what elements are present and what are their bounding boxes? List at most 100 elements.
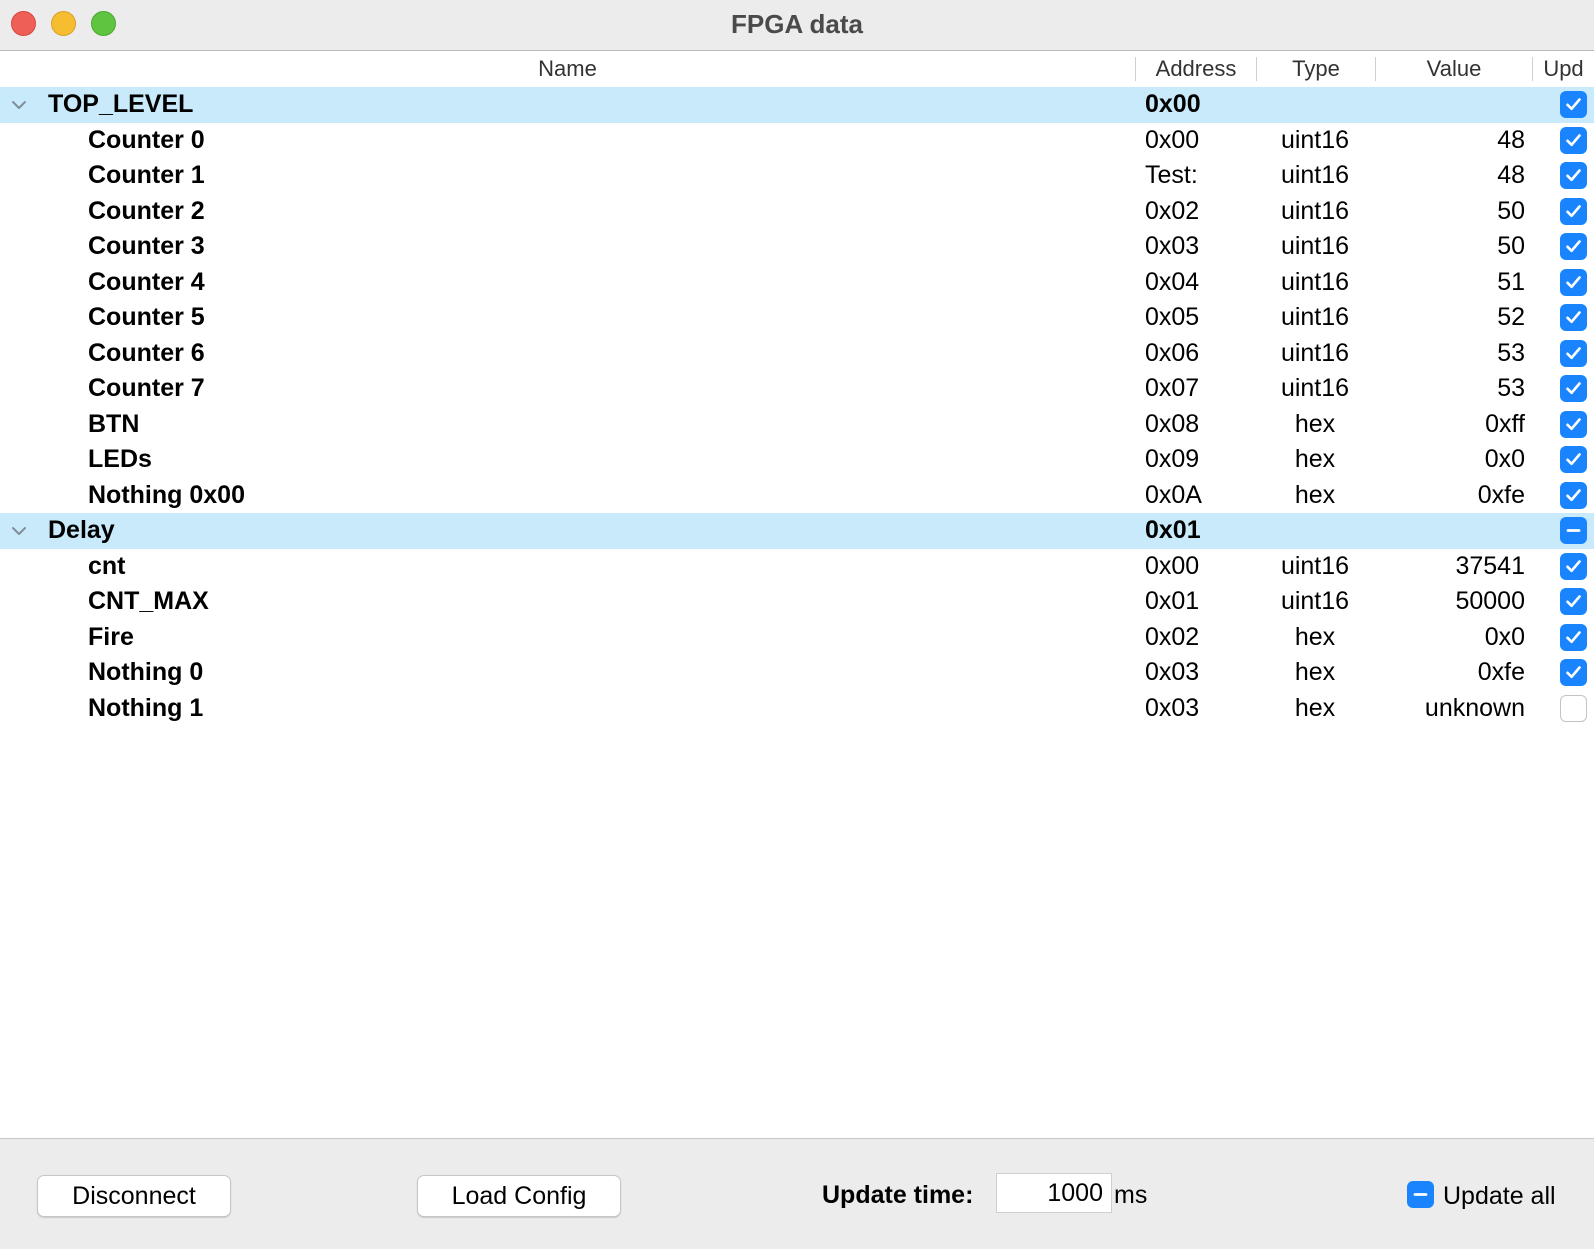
tree-row[interactable]: Counter 2 0x02 uint16 50 xyxy=(0,194,1594,230)
register-name: Counter 3 xyxy=(88,232,205,260)
tree-row[interactable]: Nothing 0x00 0x0A hex 0xfe xyxy=(0,478,1594,514)
update-checkbox[interactable] xyxy=(1560,517,1587,544)
checkmark-icon xyxy=(1566,417,1581,430)
tree-group-row[interactable]: TOP_LEVEL 0x00 xyxy=(0,87,1594,123)
register-type: uint16 xyxy=(1280,587,1350,615)
register-name: Counter 6 xyxy=(88,338,205,367)
register-name: Nothing 1 xyxy=(88,693,204,722)
register-address: 0x02 xyxy=(1145,196,1200,225)
tree-row[interactable]: cnt 0x00 uint16 37541 xyxy=(0,549,1594,585)
register-value: 0x0 xyxy=(1484,445,1525,473)
register-value: 53 xyxy=(1497,374,1525,402)
register-value: 52 xyxy=(1497,303,1525,331)
register-name: cnt xyxy=(88,551,126,580)
register-name: CNT_MAX xyxy=(88,587,209,615)
update-checkbox[interactable] xyxy=(1560,126,1587,154)
column-header-upd[interactable]: Upd xyxy=(1533,51,1594,86)
update-checkbox[interactable] xyxy=(1560,304,1587,331)
chevron-down-icon[interactable] xyxy=(10,517,28,550)
group-address: 0x01 xyxy=(1145,516,1201,544)
column-header-value[interactable]: Value xyxy=(1376,51,1532,86)
update-checkbox[interactable] xyxy=(1560,659,1587,686)
tree-row[interactable]: Counter 4 0x04 uint16 51 xyxy=(0,265,1594,301)
tree-row[interactable]: Nothing 1 0x03 hex unknown xyxy=(0,691,1594,727)
register-value: 0xff xyxy=(1485,409,1525,438)
update-checkbox[interactable] xyxy=(1560,197,1587,225)
checkmark-icon xyxy=(1566,595,1581,608)
register-address: 0x01 xyxy=(1145,587,1200,615)
group-name: TOP_LEVEL xyxy=(48,90,194,118)
tree-row[interactable]: Nothing 0 0x03 hex 0xfe xyxy=(0,655,1594,691)
column-header-address[interactable]: Address xyxy=(1136,51,1256,86)
register-type: uint16 xyxy=(1280,161,1350,189)
register-name: Fire xyxy=(88,622,134,651)
checkmark-icon xyxy=(1566,98,1581,111)
tree-row[interactable]: Counter 7 0x07 uint16 53 xyxy=(0,371,1594,407)
update-all-checkbox[interactable] xyxy=(1407,1181,1434,1208)
update-time-input[interactable]: 1000 xyxy=(996,1173,1112,1213)
checkmark-icon xyxy=(1566,346,1581,359)
chevron-down-icon[interactable] xyxy=(10,91,28,124)
update-checkbox[interactable] xyxy=(1560,552,1587,580)
update-checkbox[interactable] xyxy=(1560,91,1587,118)
update-checkbox[interactable] xyxy=(1560,446,1587,473)
tree-row[interactable]: Counter 5 0x05 uint16 52 xyxy=(0,300,1594,336)
update-checkbox[interactable] xyxy=(1560,233,1587,260)
checkmark-icon xyxy=(1566,240,1581,253)
tree-row[interactable]: LEDs 0x09 hex 0x0 xyxy=(0,442,1594,478)
register-name: BTN xyxy=(88,409,140,438)
tree-row[interactable]: BTN 0x08 hex 0xff xyxy=(0,407,1594,443)
load-config-button[interactable]: Load Config xyxy=(417,1175,621,1217)
register-value: 53 xyxy=(1497,338,1525,367)
column-header-name[interactable]: Name xyxy=(0,51,1135,86)
update-checkbox[interactable] xyxy=(1560,481,1587,509)
register-address: 0x02 xyxy=(1145,622,1200,651)
register-address: 0x03 xyxy=(1145,693,1200,722)
update-checkbox[interactable] xyxy=(1560,268,1587,296)
tree-row[interactable]: Counter 1 Test: uint16 48 xyxy=(0,158,1594,194)
register-name: Counter 1 xyxy=(88,161,205,189)
register-type: hex xyxy=(1294,622,1336,651)
checkmark-icon xyxy=(1566,382,1581,395)
checkmark-icon xyxy=(1566,559,1581,572)
register-address: 0x00 xyxy=(1145,551,1200,580)
dash-icon xyxy=(1566,529,1581,532)
register-address: 0x03 xyxy=(1145,658,1200,686)
dash-icon xyxy=(1413,1193,1428,1196)
register-type: uint16 xyxy=(1280,232,1350,260)
tree-row[interactable]: Counter 0 0x00 uint16 48 xyxy=(0,123,1594,159)
register-address: 0x06 xyxy=(1145,338,1200,367)
update-checkbox[interactable] xyxy=(1560,410,1587,438)
update-time-label: Update time: xyxy=(822,1181,974,1209)
disconnect-button[interactable]: Disconnect xyxy=(37,1175,231,1217)
tree-group-row[interactable]: Delay 0x01 xyxy=(0,513,1594,549)
register-value: 51 xyxy=(1497,267,1525,296)
column-header-type[interactable]: Type xyxy=(1257,51,1375,86)
update-checkbox[interactable] xyxy=(1560,375,1587,402)
tree-row[interactable]: Counter 3 0x03 uint16 50 xyxy=(0,229,1594,265)
checkmark-icon xyxy=(1566,630,1581,643)
update-checkbox[interactable] xyxy=(1560,623,1587,651)
tree-row[interactable]: Counter 6 0x06 uint16 53 xyxy=(0,336,1594,372)
register-value: 50 xyxy=(1497,196,1525,225)
update-checkbox[interactable] xyxy=(1560,694,1587,722)
update-checkbox[interactable] xyxy=(1560,339,1587,367)
register-type: hex xyxy=(1294,693,1336,722)
checkmark-icon xyxy=(1566,488,1581,501)
register-value: 50 xyxy=(1497,232,1525,260)
update-all-label[interactable]: Update all xyxy=(1443,1176,1556,1216)
register-address: 0x07 xyxy=(1145,374,1200,402)
tree-row[interactable]: CNT_MAX 0x01 uint16 50000 xyxy=(0,584,1594,620)
register-value: 48 xyxy=(1497,161,1525,189)
register-type: hex xyxy=(1294,409,1336,438)
checkmark-icon xyxy=(1566,311,1581,324)
tree-row[interactable]: Fire 0x02 hex 0x0 xyxy=(0,620,1594,656)
register-type: uint16 xyxy=(1280,551,1350,580)
register-address: 0x04 xyxy=(1145,267,1200,296)
column-header: Name Address Type Value Upd xyxy=(0,51,1594,86)
register-address: 0x09 xyxy=(1145,445,1200,473)
checkmark-icon xyxy=(1566,133,1581,146)
update-checkbox[interactable] xyxy=(1560,588,1587,615)
update-checkbox[interactable] xyxy=(1560,162,1587,189)
register-type: uint16 xyxy=(1280,374,1350,402)
